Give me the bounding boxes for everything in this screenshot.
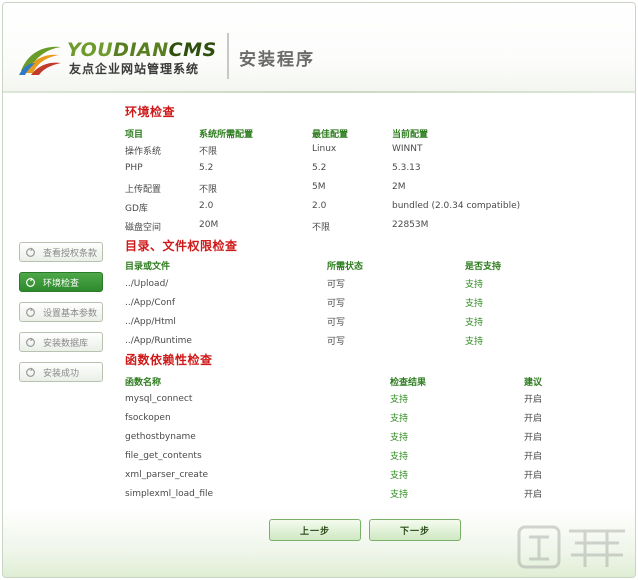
env-cell: 磁盘空间 [125, 223, 162, 233]
watermark-icon [517, 525, 625, 569]
env-cell: bundled (2.0.34 compatible) [392, 201, 521, 211]
perm-check-title: 目录、文件权限检查 [125, 239, 238, 253]
header-underline [3, 91, 635, 93]
func-cell: mysql_connect [125, 394, 193, 404]
func-cell: 开启 [524, 433, 543, 443]
env-cell: 2.0 [312, 201, 327, 211]
perm-cell: ../App/Conf [125, 298, 176, 308]
perm-header-path: 目录或文件 [125, 262, 171, 272]
sidebar-item-install-db[interactable]: 安装数据库 [19, 332, 103, 352]
perm-cell: 支持 [465, 280, 484, 290]
perm-cell: 支持 [465, 337, 484, 347]
func-cell: gethostbyname [125, 432, 196, 442]
perm-cell: ../App/Runtime [125, 336, 192, 346]
installer-window: YOUDIANCMS 友点企业网站管理系统 安装程序 查看授权条款 环境检查 设… [2, 2, 636, 578]
sidebar-item-label: 环境检查 [43, 278, 80, 289]
func-cell: 开启 [524, 471, 543, 481]
refresh-icon [26, 246, 35, 257]
sidebar-item-label: 安装数据库 [43, 338, 89, 349]
sidebar-item-label: 设置基本参数 [43, 308, 98, 319]
env-cell: 5.2 [312, 163, 327, 173]
brand-subtitle: 友点企业网站管理系统 [69, 62, 200, 76]
env-cell: 不限 [199, 185, 218, 195]
header-divider [227, 33, 229, 79]
perm-cell: 支持 [465, 318, 484, 328]
refresh-icon [26, 336, 35, 347]
refresh-icon [26, 276, 35, 287]
env-header-item: 项目 [125, 130, 144, 140]
perm-header-supported: 是否支持 [465, 262, 502, 272]
env-cell: 5M [312, 182, 326, 192]
func-cell: 支持 [390, 433, 409, 443]
perm-header-required: 所需状态 [327, 262, 364, 272]
env-cell: 操作系统 [125, 147, 162, 157]
env-cell: 不限 [312, 223, 331, 233]
env-cell: WINNT [392, 144, 423, 154]
perm-cell: 可写 [327, 299, 346, 309]
env-cell: 5.3.13 [392, 163, 421, 173]
func-cell: 支持 [390, 452, 409, 462]
func-cell: 开启 [524, 490, 543, 500]
sidebar-item-env-check[interactable]: 环境检查 [19, 272, 103, 292]
env-header-required: 系统所需配置 [199, 130, 254, 140]
refresh-icon [26, 366, 35, 377]
env-cell: PHP [125, 163, 143, 173]
func-cell: 支持 [390, 395, 409, 405]
brand-logo-text: YOUDIANCMS [67, 39, 217, 61]
func-header-advice: 建议 [524, 378, 543, 388]
logo-icon [19, 46, 61, 75]
sidebar-item-install-success[interactable]: 安装成功 [19, 362, 103, 382]
func-cell: 开启 [524, 452, 543, 462]
env-header-current: 当前配置 [392, 130, 429, 140]
env-cell: 不限 [199, 147, 218, 157]
header: YOUDIANCMS 友点企业网站管理系统 安装程序 [3, 3, 635, 93]
func-cell: 开启 [524, 395, 543, 405]
env-cell: 20M [199, 220, 219, 230]
func-header-name: 函数名称 [125, 378, 162, 388]
env-cell: GD库 [125, 204, 148, 214]
env-cell: 2M [392, 182, 406, 192]
func-cell: file_get_contents [125, 451, 202, 461]
sidebar-item-label: 安装成功 [43, 368, 80, 379]
env-cell: 22853M [392, 220, 429, 230]
perm-cell: ../Upload/ [125, 279, 169, 289]
sidebar-item-basic-settings[interactable]: 设置基本参数 [19, 302, 103, 322]
perm-cell: 可写 [327, 280, 346, 290]
env-cell: 上传配置 [125, 185, 162, 195]
prev-step-button[interactable]: 上一步 [269, 519, 361, 541]
func-cell: simplexml_load_file [125, 489, 214, 499]
perm-cell: 支持 [465, 299, 484, 309]
next-step-button[interactable]: 下一步 [369, 519, 461, 541]
func-cell: 支持 [390, 414, 409, 424]
env-header-best: 最佳配置 [312, 130, 349, 140]
func-cell: 支持 [390, 471, 409, 481]
refresh-icon [26, 306, 35, 317]
env-cell: Linux [312, 144, 337, 154]
env-check-title: 环境检查 [125, 105, 176, 119]
func-check-title: 函数依赖性检查 [125, 353, 213, 367]
func-cell: 支持 [390, 490, 409, 500]
env-cell: 2.0 [199, 201, 214, 211]
perm-cell: 可写 [327, 337, 346, 347]
func-cell: xml_parser_create [125, 470, 209, 480]
func-header-result: 检查结果 [390, 378, 427, 388]
sidebar-item-label: 查看授权条款 [43, 248, 98, 259]
env-cell: 5.2 [199, 163, 214, 173]
func-cell: fsockopen [125, 413, 171, 423]
func-cell: 开启 [524, 414, 543, 424]
sidebar-item-license[interactable]: 查看授权条款 [19, 242, 103, 262]
page-title: 安装程序 [239, 50, 315, 70]
perm-cell: 可写 [327, 318, 346, 328]
perm-cell: ../App/Html [125, 317, 176, 327]
